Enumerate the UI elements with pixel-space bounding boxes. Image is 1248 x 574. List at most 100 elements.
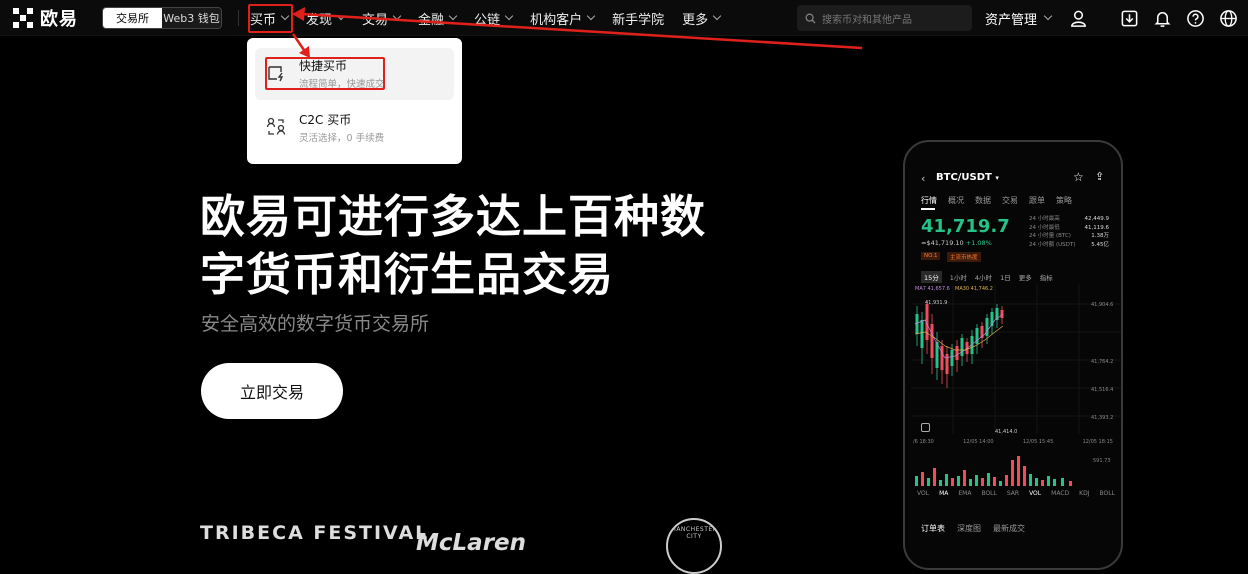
pair-selector: BTC/USDT ▾ (936, 172, 999, 183)
nav-item-label: 交易 (362, 12, 389, 28)
dropdown-item-subtitle: 灵活选择，0 手续费 (299, 133, 385, 144)
price-axis-tick: 41,904.6 (1091, 302, 1114, 308)
chart-high-marker: 41,931.9 (925, 300, 948, 306)
partner-logo-tribeca: TRIBECA FESTIVAL (200, 522, 430, 544)
indicator-option: VOL (1029, 490, 1042, 497)
indicator-option: BOLL (981, 490, 997, 497)
last-price: 41,719.7 (921, 216, 1010, 237)
exchange-mode-button[interactable]: 交易所 (103, 8, 162, 28)
price-axis-tick: 41,393.2 (1091, 415, 1114, 421)
phone-tab: 跟单 (1029, 196, 1045, 205)
chevron-down-icon (1043, 11, 1053, 21)
phone-tab: 交易 (1002, 196, 1018, 205)
orderbook-tab: 订单表 (921, 524, 945, 533)
stat-label: 24 小时额 (USDT) (1029, 241, 1076, 248)
chevron-down-icon (586, 11, 596, 21)
annotation-highlight-nav (248, 4, 293, 33)
interval-option: 更多 (1018, 274, 1032, 282)
share-icon: ⇪ (1095, 170, 1105, 183)
time-axis: /6 18:30 12/05 14:00 12/05 15:45 12/05 1… (913, 439, 1113, 445)
trade-now-button[interactable]: 立即交易 (201, 363, 343, 419)
nav-item-academy[interactable]: 新手学院 (612, 9, 664, 28)
nav-item-more[interactable]: 更多 (682, 9, 722, 28)
asset-management-menu[interactable]: 资产管理 (985, 0, 1053, 36)
indicator-option: BOLL (1099, 490, 1115, 497)
caret-down-icon: ▾ (995, 174, 999, 182)
nav-item-finance[interactable]: 金融 (418, 9, 458, 28)
indicator-option: MA (939, 490, 949, 497)
bell-icon[interactable] (1151, 7, 1173, 29)
asset-management-label: 资产管理 (985, 12, 1038, 28)
orderbook-tab: 深度图 (957, 524, 981, 533)
time-axis-tick: 12/05 18:15 (1082, 439, 1113, 445)
chevron-down-icon (392, 11, 402, 21)
web3-wallet-mode-button[interactable]: Web3 钱包 (162, 8, 221, 28)
stat-value: 1.38万 (1091, 233, 1109, 239)
search-input[interactable]: 搜索币对和其他产品 (797, 5, 972, 31)
star-icon: ☆ (1073, 170, 1084, 184)
globe-icon[interactable] (1217, 7, 1239, 29)
interval-option: 1小时 (949, 274, 967, 282)
stat-label: 24 小时最高 (1029, 216, 1060, 222)
help-icon[interactable] (1184, 7, 1206, 29)
nav-item-label: 更多 (682, 12, 709, 28)
stats-panel: 24 小时最高 42,449.9 24 小时最低 41,119.6 24 小时量 (… (1029, 215, 1109, 249)
time-axis-tick: /6 18:30 (913, 439, 934, 445)
phone-tab: 策略 (1056, 196, 1072, 205)
fiat-price: ≈$41,719.10 +1.08% (921, 239, 992, 247)
back-arrow-icon: ‹ (921, 172, 926, 185)
chevron-down-icon (712, 11, 722, 21)
search-icon (805, 13, 816, 24)
time-axis-tick: 12/05 15:45 (1022, 439, 1054, 445)
price-change: +1.08% (965, 239, 992, 247)
interval-option: 15分 (921, 271, 942, 283)
main-nav: 买币 发现 交易 金融 公链 机构客户 新手学院 更多 (250, 0, 738, 36)
nav-item-label: 新手学院 (612, 12, 665, 28)
orderbook-tab: 最新成交 (993, 524, 1025, 533)
price-axis-tick: 41,516.4 (1091, 387, 1114, 393)
nav-item-chain[interactable]: 公链 (474, 9, 514, 28)
indicator-option: VOL (917, 490, 930, 497)
interval-option: 指标 (1039, 274, 1053, 282)
indicator-option: EMA (958, 490, 972, 497)
brand-name: 欧易 (40, 9, 78, 30)
phone-tab: 概况 (948, 196, 964, 205)
dropdown-item-c2c-buy[interactable]: C2C 买币 灵活选择，0 手续费 (255, 102, 454, 154)
nav-item-trade[interactable]: 交易 (362, 9, 402, 28)
hero-title: 欧易可进行多达上百种数 字货币和衍生品交易 (200, 188, 740, 304)
interval-option: 1日 (1000, 274, 1011, 282)
phone-tab: 行情 (921, 196, 937, 205)
chart-low-marker: 41,414.0 (995, 429, 1018, 435)
nav-item-label: 机构客户 (530, 12, 583, 28)
volume-axis-tick: 591.73 (1093, 458, 1111, 464)
download-icon[interactable] (1118, 7, 1140, 29)
partner-logo-text: MANCHESTER CITY (670, 526, 718, 540)
nav-item-discover[interactable]: 发现 (306, 9, 346, 28)
pair-name: BTC/USDT (936, 172, 992, 183)
nav-item-institutional[interactable]: 机构客户 (530, 9, 596, 28)
chevron-down-icon (504, 11, 514, 21)
indicator-option: MACD (1051, 490, 1070, 497)
peer-exchange-icon (266, 117, 286, 135)
time-axis-tick: 12/05 14:00 (963, 439, 994, 445)
hero-title-line: 欧易可进行多达上百种数 (200, 190, 707, 243)
top-navigation-bar: 欧易 交易所 Web3 钱包 买币 发现 交易 金融 公链 机构客户 新手学院 … (0, 0, 1248, 36)
interval-option: 4小时 (974, 274, 993, 282)
phone-tab: 数据 (975, 196, 991, 205)
stat-value: 41,119.6 (1084, 224, 1110, 231)
nav-divider (238, 10, 239, 26)
search-placeholder: 搜索币对和其他产品 (822, 14, 912, 26)
partner-logo-manchester-city: MANCHESTER CITY (666, 518, 722, 574)
user-icon[interactable] (1067, 7, 1089, 29)
indicator-option: SAR (1006, 490, 1020, 497)
chevron-down-icon (336, 11, 346, 21)
okx-logo-icon (13, 8, 33, 28)
phone-mockup: ‹ BTC/USDT ▾ ☆ ⇪ 行情 概况 数据 交易 跟单 策略 41,71… (903, 140, 1123, 570)
hero-subtitle: 安全高效的数字货币交易所 (201, 313, 430, 335)
stat-value: 42,449.9 (1084, 216, 1110, 222)
dropdown-item-title: C2C 买币 (299, 113, 352, 127)
indicator-bar: VOL MA EMA BOLL SAR VOL MACD KDJ BOLL (917, 490, 1115, 497)
annotation-highlight-quick-buy (265, 57, 385, 90)
brand-logo[interactable]: 欧易 (12, 6, 78, 30)
interval-selector: 15分 1小时 4小时 1日 更多 指标 (921, 271, 1053, 283)
